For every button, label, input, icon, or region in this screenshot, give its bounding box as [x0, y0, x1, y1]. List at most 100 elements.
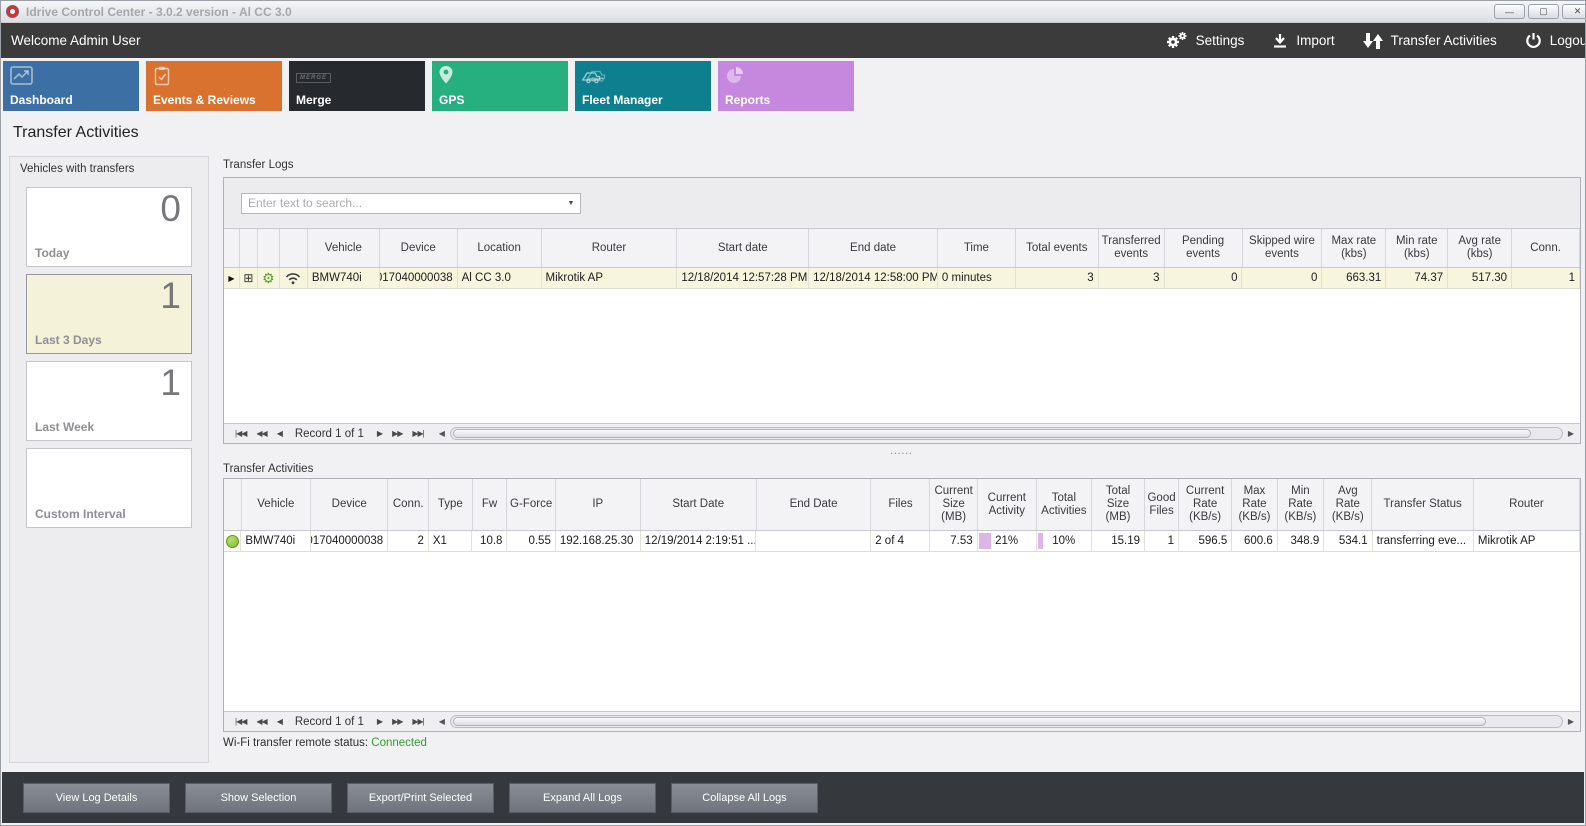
card-last-3-days[interactable]: 1 Last 3 Days [26, 274, 192, 354]
expand-row-icon[interactable]: ⊞ [240, 268, 258, 288]
tile-gps[interactable]: GPS [432, 61, 568, 111]
col-ta-total-size[interactable]: Total Size (MB) [1092, 479, 1145, 530]
col-ta-fw[interactable]: Fw [473, 479, 508, 530]
col-ta-conn[interactable]: Conn. [388, 479, 429, 530]
col-conn[interactable]: Conn. [1512, 229, 1580, 267]
minimize-button[interactable]: — [1494, 4, 1525, 19]
col-max-rate[interactable]: Max rate (kbs) [1322, 229, 1386, 267]
col-avg-rate[interactable]: Avg rate (kbs) [1448, 229, 1512, 267]
col-ta-end-date[interactable]: End Date [757, 479, 872, 530]
col-ta-device[interactable]: Device [311, 479, 388, 530]
tile-events-reviews[interactable]: Events & Reviews [146, 61, 282, 111]
ta-scrollbar-thumb[interactable] [453, 717, 1486, 726]
cell-location: Al CC 3.0 [458, 268, 542, 288]
col-router[interactable]: Router [542, 229, 678, 267]
ta-prev-record-button[interactable]: ◀ [277, 717, 282, 726]
card-today[interactable]: 0 Today [26, 187, 192, 267]
col-ta-min-rate[interactable]: Min Rate (KB/s) [1278, 479, 1324, 530]
col-ta-router[interactable]: Router [1474, 479, 1580, 530]
pie-chart-icon [725, 66, 745, 86]
cell-ta-vehicle: BMW740i [241, 531, 311, 551]
card-custom-interval[interactable]: Custom Interval [26, 448, 192, 528]
col-location[interactable]: Location [458, 229, 542, 267]
col-min-rate[interactable]: Min rate (kbs) [1386, 229, 1448, 267]
scroll-left-icon[interactable]: ◀ [439, 429, 445, 438]
tile-fleet-manager[interactable]: Fleet Manager [575, 61, 711, 111]
sidebar-title: Vehicles with transfers [20, 163, 208, 175]
scroll-right-icon[interactable]: ▶ [1568, 429, 1574, 438]
col-skipped-wire-events[interactable]: Skipped wire events [1243, 229, 1323, 267]
ta-next-page-button[interactable]: ▶▶ [392, 717, 402, 726]
scrollbar-track[interactable] [450, 427, 1563, 440]
maximize-button[interactable]: ▢ [1528, 4, 1559, 19]
col-ta-max-rate[interactable]: Max Rate (KB/s) [1232, 479, 1277, 530]
transfer-logs-record-nav: |◀◀ ◀◀ ◀ Record 1 of 1 ▶ ▶▶ ▶▶| ◀ ▶ [224, 423, 1580, 443]
ta-first-record-button[interactable]: |◀◀ [235, 717, 246, 726]
panel-splitter[interactable]: •••••• [223, 450, 1581, 458]
prev-page-button[interactable]: ◀◀ [256, 429, 266, 438]
settings-button[interactable]: Settings [1166, 32, 1245, 50]
transfer-logs-row[interactable]: ▶ ⊞ ⚙ BMW740i 017040000038 Al CC 3.0 Mik… [224, 268, 1580, 289]
logout-button[interactable]: Logout [1525, 32, 1586, 49]
col-ta-ip[interactable]: IP [556, 479, 641, 530]
tile-fleet-label: Fleet Manager [582, 93, 663, 107]
col-ta-avg-rate[interactable]: Avg Rate (KB/s) [1324, 479, 1372, 530]
tile-merge[interactable]: MERGE Merge [289, 61, 425, 111]
wifi-status-value: Connected [371, 737, 427, 749]
col-ta-current-activity[interactable]: Current Activity [978, 479, 1037, 530]
col-pending-events[interactable]: Pending events [1165, 229, 1243, 267]
view-log-details-button[interactable]: View Log Details [23, 783, 170, 813]
close-button[interactable]: ✕ [1562, 4, 1586, 19]
ta-prev-page-button[interactable]: ◀◀ [256, 717, 266, 726]
import-label: Import [1296, 33, 1334, 48]
col-ta-good-files[interactable]: Good Files [1145, 479, 1179, 530]
col-ta-current-size[interactable]: Current Size (MB) [930, 479, 977, 530]
prev-record-button[interactable]: ◀ [277, 429, 282, 438]
col-ta-transfer-status[interactable]: Transfer Status [1372, 479, 1473, 530]
scrollbar-thumb[interactable] [453, 429, 1531, 438]
ta-scrollbar-track[interactable] [450, 715, 1563, 728]
import-button[interactable]: Import [1272, 33, 1334, 49]
ta-scroll-right-icon[interactable]: ▶ [1568, 717, 1574, 726]
col-time[interactable]: Time [938, 229, 1016, 267]
col-ta-gforce[interactable]: G-Force [507, 479, 555, 530]
col-total-events[interactable]: Total events [1016, 229, 1099, 267]
cell-ta-conn: 2 [388, 531, 429, 551]
col-ta-total-activities[interactable]: Total Activities [1037, 479, 1092, 530]
card-lastweek-label: Last Week [35, 420, 94, 434]
expand-all-logs-button[interactable]: Expand All Logs [509, 783, 656, 813]
tile-dashboard[interactable]: Dashboard [3, 61, 139, 111]
vehicles-sidebar: Vehicles with transfers 0 Today 1 Last 3… [9, 156, 209, 763]
last-record-button[interactable]: ▶▶| [412, 429, 423, 438]
col-device[interactable]: Device [380, 229, 458, 267]
show-selection-button[interactable]: Show Selection [185, 783, 332, 813]
ta-scroll-left-icon[interactable]: ◀ [439, 717, 445, 726]
transfer-activities-button[interactable]: Transfer Activities [1363, 33, 1497, 49]
collapse-all-logs-button[interactable]: Collapse All Logs [671, 783, 818, 813]
first-record-button[interactable]: |◀◀ [235, 429, 246, 438]
col-vehicle[interactable]: Vehicle [308, 229, 380, 267]
tile-reports[interactable]: Reports [718, 61, 854, 111]
col-start-date[interactable]: Start date [677, 229, 809, 267]
col-ta-type[interactable]: Type [429, 479, 473, 530]
ta-last-record-button[interactable]: ▶▶| [412, 717, 423, 726]
col-end-date[interactable]: End date [809, 229, 938, 267]
next-record-button[interactable]: ▶ [377, 429, 382, 438]
card-last-week[interactable]: 1 Last Week [26, 361, 192, 441]
main-content: Transfer Logs ▼ Vehicle Device Location … [216, 156, 1586, 763]
col-ta-vehicle[interactable]: Vehicle [242, 479, 312, 530]
col-ta-current-rate[interactable]: Current Rate (KB/s) [1179, 479, 1232, 530]
search-row: ▼ [224, 178, 1580, 228]
export-print-selected-button[interactable]: Export/Print Selected [347, 783, 494, 813]
dropdown-arrow-icon[interactable]: ▼ [562, 200, 580, 207]
col-ta-start-date[interactable]: Start Date [641, 479, 757, 530]
card-today-value: 0 [160, 188, 181, 230]
cell-min-rate: 74.37 [1386, 268, 1448, 288]
transfer-activities-row[interactable]: BMW740i 017040000038 2 X1 10.8 0.55 192.… [224, 531, 1580, 552]
next-page-button[interactable]: ▶▶ [392, 429, 402, 438]
cell-ta-avg-rate: 534.1 [1324, 531, 1372, 551]
col-transferred-events[interactable]: Transferred events [1099, 229, 1165, 267]
search-input[interactable] [242, 196, 562, 210]
ta-next-record-button[interactable]: ▶ [377, 717, 382, 726]
col-ta-files[interactable]: Files [871, 479, 930, 530]
